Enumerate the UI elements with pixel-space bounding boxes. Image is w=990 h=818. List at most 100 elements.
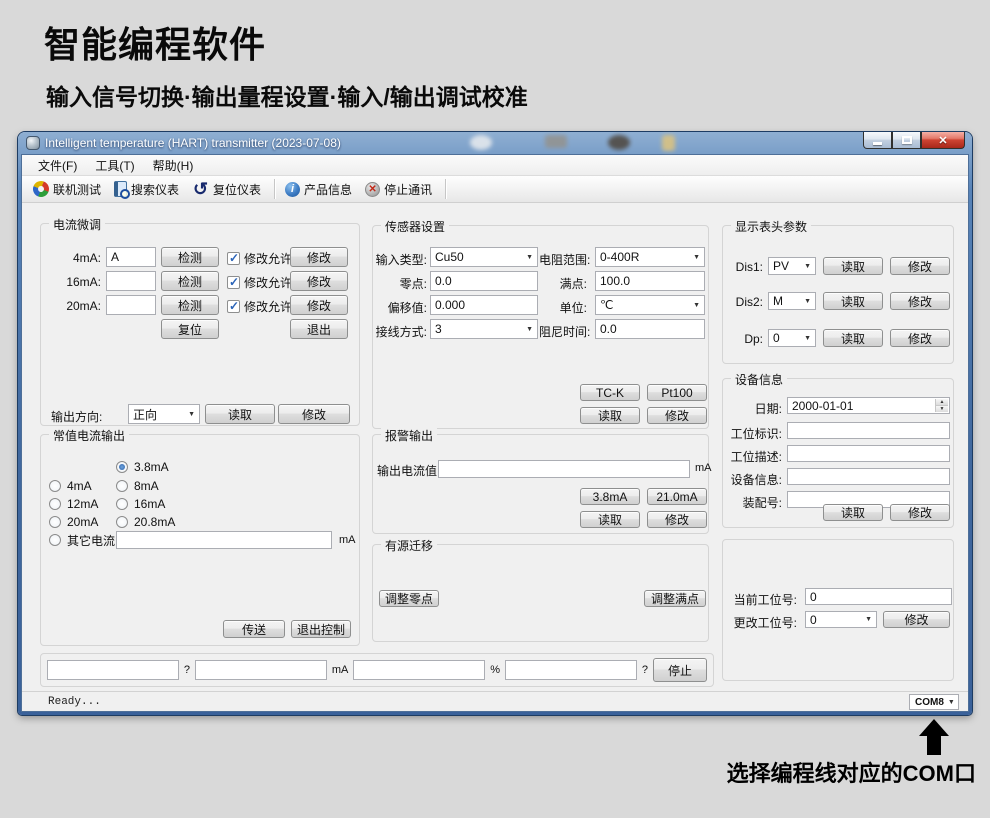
trim-4ma-input[interactable]: A [106, 247, 156, 267]
glass-blur-shape [608, 135, 630, 150]
maximize-button[interactable] [892, 132, 921, 149]
station-desc-input[interactable] [787, 445, 950, 462]
menu-file[interactable]: 文件(F) [30, 155, 85, 176]
send-button[interactable]: 传送 [223, 620, 285, 638]
monitor-input-3[interactable] [353, 660, 485, 680]
date-spinner[interactable]: ▲▼ [935, 399, 948, 412]
title-bar[interactable]: Intelligent temperature (HART) transmitt… [21, 132, 969, 154]
device-desc-input[interactable] [787, 468, 950, 485]
radio-label: 20mA [67, 515, 98, 529]
menu-tools[interactable]: 工具(T) [87, 155, 142, 176]
com-port-select[interactable]: COM8 [909, 694, 959, 710]
output-direction-modify-button[interactable]: 修改 [278, 404, 350, 424]
wiring-select[interactable]: 3 [430, 319, 538, 339]
trim-20ma-input[interactable] [106, 295, 156, 315]
zero-input[interactable]: 0.0 [430, 271, 538, 291]
monitor-input-2[interactable] [195, 660, 327, 680]
change-station-select[interactable]: 0 [805, 611, 877, 628]
dp-read-button[interactable]: 读取 [823, 329, 883, 347]
checkbox-icon [227, 252, 240, 265]
trim-16ma-modify-button[interactable]: 修改 [290, 271, 348, 291]
date-input[interactable]: 2000-01-01 ▲▼ [787, 397, 950, 414]
alarm-low-button[interactable]: 3.8mA [580, 488, 640, 505]
checkbox-icon [227, 300, 240, 313]
select-value: 0 [773, 331, 780, 345]
dis1-select[interactable]: PV [768, 257, 816, 275]
output-direction-read-button[interactable]: 读取 [205, 404, 275, 424]
radio-16ma[interactable]: 16mA [116, 497, 165, 511]
display-head-group: 显示表头参数 Dis1: PV 读取 修改 Dis2: M 读取 修改 Dp: … [722, 225, 954, 364]
constant-current-group: 常值电流输出 3.8mA 4mA 8mA 1 [40, 434, 360, 646]
trim-exit-button[interactable]: 退出 [290, 319, 348, 339]
group-title: 传感器设置 [381, 218, 449, 235]
trim-reset-button[interactable]: 复位 [161, 319, 219, 339]
search-instrument-icon [114, 181, 127, 197]
minimize-icon [873, 142, 882, 145]
sensor-read-button[interactable]: 读取 [580, 407, 640, 424]
monitor-input-1[interactable] [47, 660, 179, 680]
alarm-high-button[interactable]: 21.0mA [647, 488, 707, 505]
radio-4ma[interactable]: 4mA [49, 479, 92, 493]
input-type-select[interactable]: Cu50 [430, 247, 538, 267]
toolbar-search-instrument-button[interactable]: 搜索仪表 [109, 179, 187, 200]
trim-16ma-detect-button[interactable]: 检测 [161, 271, 219, 291]
monitor-input-4[interactable] [505, 660, 637, 680]
trim-20ma-detect-button[interactable]: 检测 [161, 295, 219, 315]
adjust-zero-button[interactable]: 调整零点 [379, 590, 439, 607]
damping-input[interactable]: 0.0 [595, 319, 705, 339]
dp-select[interactable]: 0 [768, 329, 816, 347]
alarm-modify-button[interactable]: 修改 [647, 511, 707, 528]
sensor-modify-button[interactable]: 修改 [647, 407, 707, 424]
dis1-modify-button[interactable]: 修改 [890, 257, 950, 275]
select-value: 正向 [133, 406, 157, 423]
select-value: 3 [435, 322, 442, 336]
trim-4ma-label: 4mA: [49, 251, 101, 265]
trim-16ma-allow-checkbox[interactable]: 修改允许 [227, 274, 292, 291]
app-window: Intelligent temperature (HART) transmitt… [18, 132, 972, 715]
radio-icon [116, 516, 128, 528]
trim-4ma-allow-checkbox[interactable]: 修改允许 [227, 250, 292, 267]
unit-label: 单位: [539, 299, 587, 316]
tck-button[interactable]: TC-K [580, 384, 640, 401]
other-current-input[interactable] [116, 531, 332, 549]
trim-20ma-allow-checkbox[interactable]: 修改允许 [227, 298, 292, 315]
menu-help[interactable]: 帮助(H) [145, 155, 202, 176]
toolbar-online-test-button[interactable]: 联机测试 [28, 179, 109, 200]
full-input[interactable]: 100.0 [595, 271, 705, 291]
device-modify-button[interactable]: 修改 [890, 504, 950, 521]
minimize-button[interactable] [863, 132, 892, 149]
dis2-select[interactable]: M [768, 292, 816, 310]
trim-20ma-modify-button[interactable]: 修改 [290, 295, 348, 315]
current-station-input[interactable]: 0 [805, 588, 952, 605]
resistance-range-select[interactable]: 0-400R [595, 247, 705, 267]
offset-input[interactable]: 0.000 [430, 295, 538, 315]
radio-20-8ma[interactable]: 20.8mA [116, 515, 175, 529]
radio-8ma[interactable]: 8mA [116, 479, 159, 493]
dis1-read-button[interactable]: 读取 [823, 257, 883, 275]
alarm-current-input[interactable] [438, 460, 690, 478]
toolbar-stop-comm-button[interactable]: ✕ 停止通讯 [360, 179, 440, 200]
toolbar-reset-instrument-button[interactable]: ↺ 复位仪表 [187, 179, 269, 200]
toolbar-product-info-button[interactable]: i 产品信息 [280, 179, 360, 200]
pt100-button[interactable]: Pt100 [647, 384, 707, 401]
station-id-input[interactable] [787, 422, 950, 439]
adjust-full-button[interactable]: 调整满点 [644, 590, 706, 607]
exit-control-button[interactable]: 退出控制 [291, 620, 351, 638]
dis2-read-button[interactable]: 读取 [823, 292, 883, 310]
radio-12ma[interactable]: 12mA [49, 497, 98, 511]
radio-3-8ma[interactable]: 3.8mA [116, 460, 169, 474]
stop-button[interactable]: 停止 [653, 658, 707, 682]
trim-4ma-modify-button[interactable]: 修改 [290, 247, 348, 267]
trim-16ma-input[interactable] [106, 271, 156, 291]
alarm-read-button[interactable]: 读取 [580, 511, 640, 528]
output-direction-select[interactable]: 正向 [128, 404, 200, 424]
dis2-modify-button[interactable]: 修改 [890, 292, 950, 310]
trim-4ma-detect-button[interactable]: 检测 [161, 247, 219, 267]
radio-20ma[interactable]: 20mA [49, 515, 98, 529]
station-modify-button[interactable]: 修改 [883, 611, 950, 628]
device-read-button[interactable]: 读取 [823, 504, 883, 521]
unit-select[interactable]: ℃ [595, 295, 705, 315]
radio-other-current[interactable]: 其它电流 [49, 533, 115, 547]
dp-modify-button[interactable]: 修改 [890, 329, 950, 347]
close-button[interactable] [921, 132, 965, 149]
